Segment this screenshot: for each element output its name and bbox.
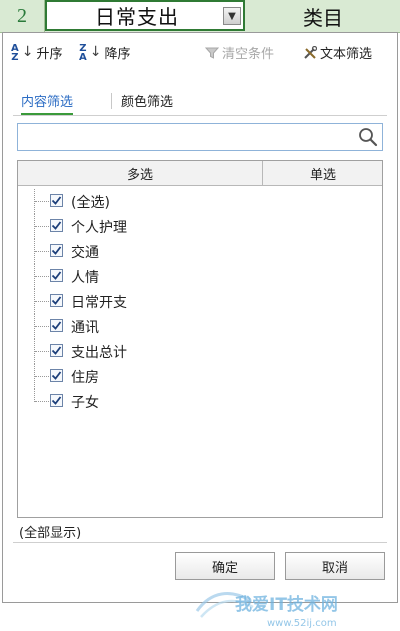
sort-descending-label: 降序 <box>104 47 131 62</box>
filter-dropdown-button[interactable]: ▼ <box>223 7 241 25</box>
list-item-label: 住房 <box>71 370 99 386</box>
tree-stub <box>35 401 49 402</box>
single-select-header[interactable]: 单选 <box>263 161 383 185</box>
list-item[interactable]: 子女 <box>18 389 382 414</box>
chevron-down-icon: ▼ <box>228 10 236 22</box>
multi-select-header[interactable]: 多选 <box>18 161 263 185</box>
list-item-label: 日常开支 <box>71 295 127 311</box>
list-items: (全选) 个人护理交通人情日常开支通讯支出总计住房子女 <box>18 189 382 414</box>
tree-stub <box>35 201 49 202</box>
list-item[interactable]: (全选) <box>18 189 382 214</box>
list-item[interactable]: 人情 <box>18 264 382 289</box>
tree-stub <box>35 351 49 352</box>
site-watermark-logo: 我爱IT技术网 www.52ij.com <box>195 592 338 629</box>
checkmark-icon <box>51 246 62 255</box>
item-checkbox[interactable] <box>50 294 63 307</box>
checkmark-icon <box>51 371 62 380</box>
cell-category[interactable]: 日常支出 ▼ <box>45 0 245 31</box>
sort-ascending-label: 升序 <box>36 47 63 62</box>
sheet-header-row: 2 日常支出 ▼ 类目 <box>0 0 400 33</box>
checkmark-icon <box>51 346 62 355</box>
item-checkbox[interactable] <box>50 319 63 332</box>
sort-az-icon: AZ <box>11 42 19 63</box>
item-checkbox[interactable] <box>50 219 63 232</box>
checkmark-icon <box>51 271 62 280</box>
list-item[interactable]: 支出总计 <box>18 339 382 364</box>
filter-tabs: 内容筛选 颜色筛选 <box>13 87 387 116</box>
checkmark-icon <box>51 196 62 205</box>
clear-filter-label: 清空条件 <box>222 47 275 62</box>
tree-stub <box>35 226 49 227</box>
list-item-label: (全选) <box>71 195 110 211</box>
tree-stub <box>35 301 49 302</box>
tree-stub <box>35 251 49 252</box>
sort-descending-button[interactable]: ZA ↓ 降序 <box>79 43 131 62</box>
search-box[interactable] <box>17 123 383 151</box>
filter-panel: AZ ↓ 升序 ZA ↓ 降序 清空条件 文本筛选 内容筛选 颜色筛选 多选 单… <box>2 32 398 629</box>
footer-divider <box>13 542 387 543</box>
list-item[interactable]: 个人护理 <box>18 214 382 239</box>
svg-text:www.52ij.com: www.52ij.com <box>267 618 337 629</box>
list-item[interactable]: 交通 <box>18 239 382 264</box>
cell-category-text: 日常支出 <box>95 5 179 29</box>
list-item-label: 支出总计 <box>71 345 127 361</box>
list-item[interactable]: 住房 <box>18 364 382 389</box>
list-header: 多选 单选 <box>18 161 382 186</box>
cell-next[interactable]: 类目 <box>246 0 400 32</box>
row-number: 2 <box>0 0 45 32</box>
filter-toolbar: AZ ↓ 升序 ZA ↓ 降序 清空条件 文本筛选 <box>3 35 397 69</box>
cancel-button[interactable]: 取消 <box>285 552 385 580</box>
item-checkbox[interactable] <box>50 344 63 357</box>
tab-content-filter[interactable]: 内容筛选 <box>21 91 74 115</box>
text-filter-button[interactable]: 文本筛选 <box>303 43 372 62</box>
item-checkbox[interactable] <box>50 369 63 382</box>
display-status: (全部显示) <box>19 526 82 541</box>
checkmark-icon <box>51 396 62 405</box>
ok-button[interactable]: 确定 <box>175 552 275 580</box>
list-item[interactable]: 日常开支 <box>18 289 382 314</box>
item-checkbox[interactable] <box>50 394 63 407</box>
sort-ascending-button[interactable]: AZ ↓ 升序 <box>11 43 63 62</box>
text-filter-label: 文本筛选 <box>320 47 373 62</box>
checkmark-icon <box>51 221 62 230</box>
item-checkbox[interactable] <box>50 244 63 257</box>
list-item-label: 个人护理 <box>71 220 127 236</box>
checkmark-icon <box>51 321 62 330</box>
tree-stub <box>35 376 49 377</box>
tab-color-filter[interactable]: 颜色筛选 <box>121 91 173 113</box>
sort-za-icon: ZA <box>79 42 87 63</box>
tools-icon <box>304 45 317 59</box>
funnel-clear-icon <box>205 47 219 59</box>
checkmark-icon <box>51 296 62 305</box>
tree-stub <box>35 326 49 327</box>
search-icon[interactable] <box>358 127 378 147</box>
value-list: 多选 单选 (全选) 个人护理交通人情日常开支通讯支出总计住房子女 <box>17 160 383 518</box>
list-item[interactable]: 通讯 <box>18 314 382 339</box>
svg-text:我爱IT技术网: 我爱IT技术网 <box>235 594 338 615</box>
list-item-label: 子女 <box>71 395 99 411</box>
clear-filter-button[interactable]: 清空条件 <box>205 43 274 62</box>
item-checkbox[interactable] <box>50 269 63 282</box>
tab-divider <box>111 93 112 109</box>
item-checkbox[interactable] <box>50 194 63 207</box>
list-item-label: 交通 <box>71 245 99 261</box>
tree-stub <box>35 276 49 277</box>
list-item-label: 通讯 <box>71 320 99 336</box>
list-item-label: 人情 <box>71 270 99 286</box>
